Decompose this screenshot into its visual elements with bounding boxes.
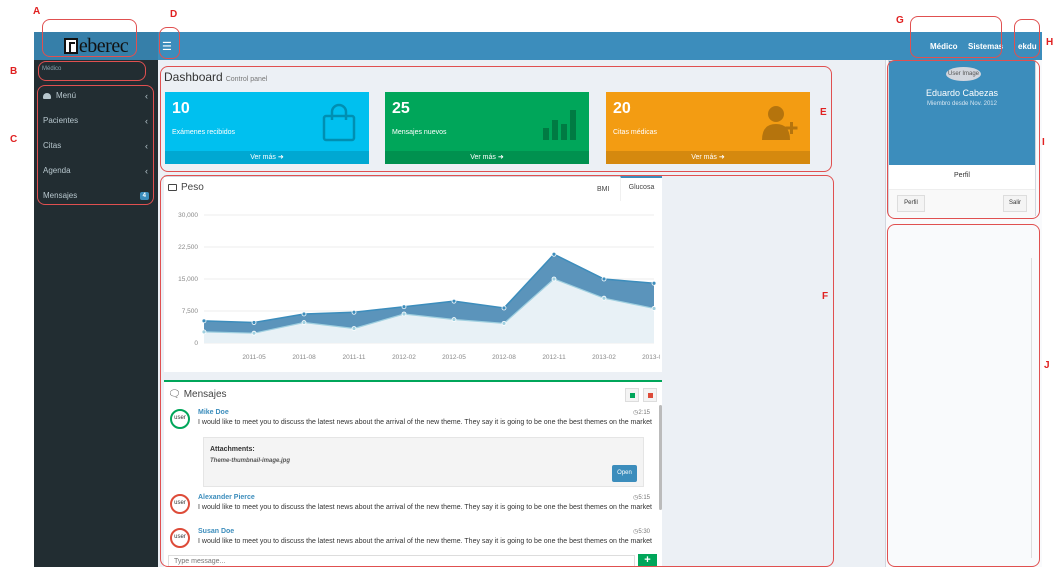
annotation-label-g: G: [896, 15, 904, 26]
annotation-label-i: I: [1042, 137, 1045, 148]
top-navbar: [34, 32, 1042, 60]
annotation-box-i: [887, 60, 1040, 219]
annotation-label-h: H: [1046, 37, 1054, 48]
annotation-box-j: [887, 224, 1040, 567]
annotation-label-c: C: [10, 134, 18, 145]
annotation-box-a: [42, 19, 137, 57]
annotation-label-f: F: [822, 291, 829, 302]
annotation-label-a: A: [33, 6, 41, 17]
annotation-box-h: [1014, 19, 1040, 58]
annotation-label-d: D: [170, 9, 178, 20]
annotation-label-b: B: [10, 66, 18, 77]
annotation-box-f: [160, 175, 834, 567]
annotation-box-c: [37, 85, 154, 205]
annotation-box-g: [910, 16, 1002, 58]
annotation-label-j: J: [1044, 360, 1050, 371]
annotation-box-d: [159, 27, 180, 59]
app-root: eberec ☰ Médico Sistemas ekdu Médico Men…: [0, 0, 1055, 567]
annotation-label-e: E: [820, 107, 827, 118]
annotation-box-e: [160, 66, 832, 172]
annotation-box-b: [38, 61, 146, 81]
